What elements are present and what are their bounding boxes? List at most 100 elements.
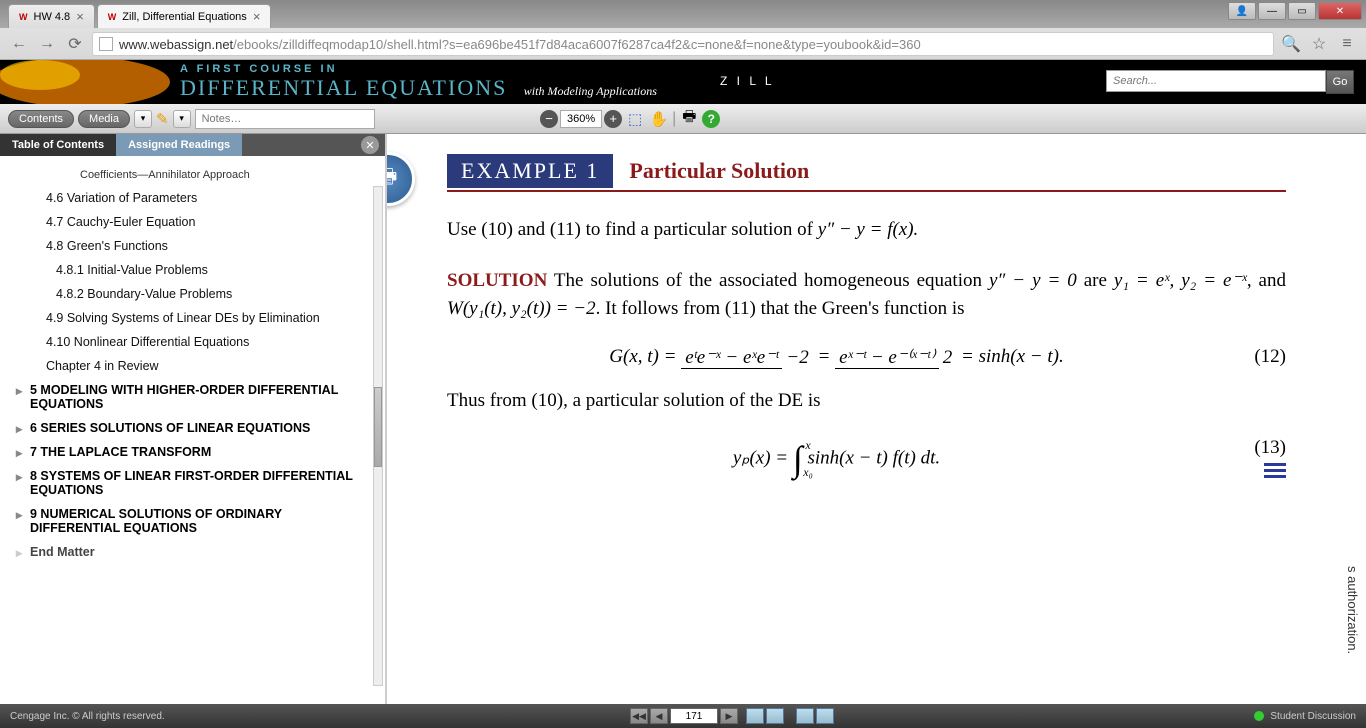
toc-item[interactable]: 4.9 Solving Systems of Linear DEs by Eli… xyxy=(0,306,385,330)
select-icon[interactable]: ⬚ xyxy=(624,108,646,130)
back-button[interactable]: ← xyxy=(8,33,30,55)
prev-page-button[interactable]: ◀ xyxy=(650,708,668,724)
equation-number: (12) xyxy=(1226,346,1286,368)
toc-chapter[interactable]: 5 MODELING WITH HIGHER-ORDER DIFFERENTIA… xyxy=(0,378,385,416)
text: G(x, t) = xyxy=(609,346,681,367)
denominator: −2 xyxy=(782,347,812,368)
zoom-in-button[interactable]: + xyxy=(604,110,622,128)
toolbar: Contents Media ▾ ✎ ▾ − 360% + ⬚ ✋ | 🖶 ? xyxy=(0,104,1366,134)
close-icon[interactable]: × xyxy=(76,9,84,24)
url-host: www.webassign.net xyxy=(119,37,233,52)
toc-chapter[interactable]: 7 THE LAPLACE TRANSFORM xyxy=(0,440,385,464)
paragraph-2: SOLUTION The solutions of the associated… xyxy=(447,267,1286,324)
content: EXAMPLE 1 Particular Solution Use (10) a… xyxy=(387,134,1366,519)
toc-end-matter[interactable]: End Matter xyxy=(0,540,385,564)
star-icon[interactable]: ☆ xyxy=(1308,33,1330,55)
view-mode-3[interactable] xyxy=(796,708,814,724)
go-button[interactable]: Go xyxy=(1326,70,1354,94)
notes-input[interactable] xyxy=(195,109,375,129)
next-page-button[interactable]: ▶ xyxy=(720,708,738,724)
toc-item[interactable]: 4.6 Variation of Parameters xyxy=(0,186,385,210)
scrollbar[interactable] xyxy=(373,186,383,686)
first-page-button[interactable]: ◀◀ xyxy=(630,708,648,724)
contents-button[interactable]: Contents xyxy=(8,110,74,128)
text: . It follows from (11) that the Green's … xyxy=(596,298,965,319)
reload-button[interactable]: ⟳ xyxy=(64,33,86,55)
text: are xyxy=(1077,270,1114,291)
url-input[interactable]: www.webassign.net/ebooks/zilldiffeqmodap… xyxy=(92,32,1274,56)
toc-chapter[interactable]: 9 NUMERICAL SOLUTIONS OF ORDINARY DIFFER… xyxy=(0,502,385,540)
watermark-text: s authorization. xyxy=(1345,566,1360,654)
toc-item[interactable]: 4.7 Cauchy-Euler Equation xyxy=(0,210,385,234)
tab-assigned[interactable]: Assigned Readings xyxy=(116,134,242,156)
window-controls: 👤 — ▭ ✕ xyxy=(1228,2,1362,20)
toc-item[interactable]: Chapter 4 in Review xyxy=(0,354,385,378)
integral-icon: ∫xx₀ xyxy=(793,438,803,480)
text: (13) xyxy=(1254,437,1286,458)
zoom-icon[interactable]: 🔍 xyxy=(1280,33,1302,55)
help-icon[interactable]: ? xyxy=(702,110,720,128)
highlight-icon[interactable]: ✎ xyxy=(156,110,169,128)
toc-item[interactable]: 4.8 Green's Functions xyxy=(0,234,385,258)
paragraph-1: Use (10) and (11) to find a particular s… xyxy=(447,216,1286,245)
page-input[interactable] xyxy=(670,708,718,724)
user-button[interactable]: 👤 xyxy=(1228,2,1256,20)
print-icon[interactable]: 🖶 xyxy=(678,108,700,130)
address-bar: ← → ⟳ www.webassign.net/ebooks/zilldiffe… xyxy=(0,28,1366,60)
menu-icon[interactable] xyxy=(1264,460,1286,481)
media-button[interactable]: Media xyxy=(78,110,130,128)
scrollbar-thumb[interactable] xyxy=(374,387,382,467)
book-author: Z I L L xyxy=(720,74,775,88)
equation-number: (13) xyxy=(1226,437,1286,481)
close-icon[interactable]: × xyxy=(253,9,261,24)
lower-limit: x₀ xyxy=(803,465,813,480)
url-path: /ebooks/zilldiffeqmodap10/shell.html?s=e… xyxy=(233,37,921,52)
student-discussion-button[interactable]: Student Discussion xyxy=(1254,711,1356,722)
zoom-control: − 360% + ⬚ ✋ | 🖶 ? xyxy=(540,108,720,130)
numerator: eˣ⁻ᵗ − e⁻⁽ˣ⁻ᵗ⁾ xyxy=(835,347,939,369)
toc-chapter[interactable]: 8 SYSTEMS OF LINEAR FIRST-ORDER DIFFEREN… xyxy=(0,464,385,502)
menu-icon[interactable]: ≡ xyxy=(1336,33,1358,55)
view-mode-1[interactable] xyxy=(746,708,764,724)
book-pretitle: A FIRST COURSE IN xyxy=(180,63,657,75)
view-mode-4[interactable] xyxy=(816,708,834,724)
discussion-label: Student Discussion xyxy=(1270,711,1356,722)
tab-hw48[interactable]: W HW 4.8 × xyxy=(8,4,95,28)
maximize-button[interactable]: ▭ xyxy=(1288,2,1316,20)
math: y″ − y = f(x). xyxy=(818,219,919,240)
view-mode-2[interactable] xyxy=(766,708,784,724)
hand-icon[interactable]: ✋ xyxy=(648,108,670,130)
close-sidebar-button[interactable]: ✕ xyxy=(361,136,379,154)
search-input[interactable] xyxy=(1106,70,1326,92)
text: , and xyxy=(1247,270,1286,291)
text: = xyxy=(817,346,835,367)
minimize-button[interactable]: — xyxy=(1258,2,1286,20)
dropdown-button[interactable]: ▾ xyxy=(134,110,152,128)
paragraph-3: Thus from (10), a particular solution of… xyxy=(447,387,1286,416)
page-icon xyxy=(99,37,113,51)
book-title: DIFFERENTIAL EQUATIONS xyxy=(180,75,507,100)
toc-chapter[interactable]: 6 SERIES SOLUTIONS OF LINEAR EQUATIONS xyxy=(0,416,385,440)
toc-item[interactable]: 4.8.1 Initial-Value Problems xyxy=(0,258,385,282)
sidebar: ✕ Table of Contents Assigned Readings Co… xyxy=(0,134,385,704)
tab-favicon: W xyxy=(19,12,28,22)
toc-item[interactable]: 4.10 Nonlinear Differential Equations xyxy=(0,330,385,354)
denominator: 2 xyxy=(939,347,957,368)
tab-toc[interactable]: Table of Contents xyxy=(0,134,116,156)
toc-item[interactable]: 4.8.2 Boundary-Value Problems xyxy=(0,282,385,306)
tab-bar: W HW 4.8 × W Zill, Differential Equation… xyxy=(0,0,1366,28)
dropdown-button-2[interactable]: ▾ xyxy=(173,110,191,128)
math: W(y₁(t), y₂(t)) = −2 xyxy=(447,298,596,319)
book-subtitle: with Modeling Applications xyxy=(524,84,657,98)
zoom-out-button[interactable]: − xyxy=(540,110,558,128)
example-title: Particular Solution xyxy=(629,158,809,184)
view-mode-buttons xyxy=(746,708,834,724)
close-button[interactable]: ✕ xyxy=(1318,2,1362,20)
tab-zill[interactable]: W Zill, Differential Equations × xyxy=(97,4,272,28)
book-header: A FIRST COURSE IN DIFFERENTIAL EQUATIONS… xyxy=(0,60,1366,104)
equation-12: G(x, t) = eᵗe⁻ˣ − eˣe⁻ᵗ−2 = eˣ⁻ᵗ − e⁻⁽ˣ⁻… xyxy=(447,346,1286,369)
sidebar-tabs: Table of Contents Assigned Readings xyxy=(0,134,385,156)
forward-button[interactable]: → xyxy=(36,33,58,55)
toc-item[interactable]: Coefficients—Annihilator Approach xyxy=(0,164,385,186)
text: = sinh(x − t). xyxy=(961,346,1064,367)
